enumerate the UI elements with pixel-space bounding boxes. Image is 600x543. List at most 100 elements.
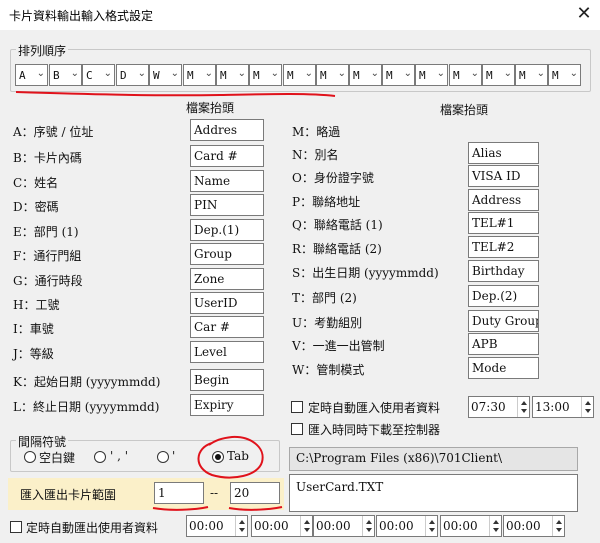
left-field-label: B：卡片內碼 — [13, 151, 82, 165]
order-combo[interactable]: M ⌄ — [216, 64, 249, 86]
separator-tab-label: Tab — [227, 449, 249, 463]
order-combo[interactable]: M ⌄ — [449, 64, 482, 86]
spin-icon[interactable] — [517, 397, 529, 417]
spin-icon[interactable] — [300, 516, 312, 536]
order-combo-value: M — [287, 69, 294, 82]
right-field-input[interactable]: TEL#2 — [468, 236, 539, 258]
separator-space-radio[interactable] — [24, 451, 36, 463]
spin-icon[interactable] — [235, 516, 247, 536]
left-field-input[interactable]: Name — [190, 170, 264, 192]
separator-comma-radio[interactable] — [94, 451, 106, 463]
left-field-input[interactable]: Begin — [190, 369, 264, 391]
chevron-down-icon: ⌄ — [70, 68, 79, 79]
left-field-input[interactable]: Zone — [190, 268, 264, 290]
spin-icon[interactable] — [581, 397, 593, 417]
right-field-input[interactable]: Address — [468, 189, 539, 211]
left-field-input[interactable]: Level — [190, 341, 264, 363]
auto-export-time[interactable]: 00:00 — [440, 515, 502, 537]
range-from-input[interactable]: 1 — [154, 482, 204, 504]
auto-import-time-to-value: 13:00 — [535, 400, 570, 414]
right-field-label: O：身份證字號 — [292, 171, 374, 185]
right-field-label: M：略過 — [292, 125, 341, 139]
right-field-label: Q：聯絡電話 (1) — [292, 218, 383, 232]
chevron-down-icon: ⌄ — [137, 68, 146, 79]
order-combo-value: M — [519, 69, 526, 82]
auto-import-checkbox[interactable] — [291, 401, 303, 413]
order-combo[interactable]: M ⌄ — [249, 64, 282, 86]
order-combo-value: M — [353, 69, 360, 82]
chevron-down-icon: ⌄ — [337, 68, 346, 79]
spin-icon[interactable] — [489, 516, 501, 536]
left-field-input[interactable]: UserID — [190, 292, 264, 314]
separator-tab-radio[interactable] — [212, 451, 224, 463]
auto-export-checkbox[interactable] — [10, 521, 22, 533]
auto-export-time[interactable]: 00:00 — [376, 515, 438, 537]
left-field-input[interactable]: PIN — [190, 194, 264, 216]
path-field[interactable]: C:\Program Files (x86)\701Client\ — [289, 447, 578, 471]
order-combo[interactable]: M ⌄ — [349, 64, 382, 86]
order-combo[interactable]: B ⌄ — [49, 64, 82, 86]
right-field-label: R：聯絡電話 (2) — [292, 242, 382, 256]
left-field-input[interactable]: Addres — [190, 119, 264, 141]
file-name-field[interactable]: UserCard.TXT — [289, 474, 578, 512]
right-field-input[interactable]: APB — [468, 333, 539, 355]
left-field-input[interactable]: Card # — [190, 145, 264, 167]
auto-import-label: 定時自動匯入使用者資料 — [308, 401, 441, 415]
right-field-label: W：管制模式 — [292, 363, 365, 377]
auto-import-time-from[interactable]: 07:30 — [468, 396, 530, 418]
auto-export-time[interactable]: 00:00 — [503, 515, 565, 537]
right-field-label: U：考勤組別 — [292, 316, 363, 330]
auto-export-time[interactable]: 00:00 — [313, 515, 375, 537]
right-field-input[interactable]: Mode — [468, 357, 539, 379]
close-icon[interactable]: ✕ — [574, 4, 594, 24]
order-combo[interactable]: D ⌄ — [116, 64, 149, 86]
order-combo[interactable]: M ⌄ — [415, 64, 448, 86]
auto-import-time-to[interactable]: 13:00 — [532, 396, 594, 418]
left-field-input[interactable]: Dep.(1) — [190, 219, 264, 241]
order-combo[interactable]: M ⌄ — [283, 64, 316, 86]
order-combo[interactable]: M ⌄ — [482, 64, 515, 86]
chevron-down-icon: ⌄ — [237, 68, 246, 79]
separator-quote-label: ' — [172, 449, 176, 463]
right-field-input[interactable]: Alias — [468, 142, 539, 164]
order-combo[interactable]: C ⌄ — [82, 64, 115, 86]
chevron-down-icon: ⌄ — [536, 68, 545, 79]
separator-quote-radio[interactable] — [157, 451, 169, 463]
right-field-input[interactable]: TEL#1 — [468, 212, 539, 234]
separator-space-label: 空白鍵 — [39, 451, 76, 465]
order-combo[interactable]: W ⌄ — [149, 64, 182, 86]
range-to-input[interactable]: 20 — [230, 482, 280, 504]
right-field-input[interactable]: VISA ID — [468, 165, 539, 187]
order-combo[interactable]: M ⌄ — [548, 64, 581, 86]
left-field-label: C：姓名 — [13, 176, 59, 190]
separator-group-legend: 間隔符號 — [16, 433, 69, 450]
order-combo-value: W — [153, 69, 160, 82]
chevron-down-icon: ⌄ — [436, 68, 445, 79]
order-combo-value: D — [120, 69, 127, 82]
right-field-input[interactable]: Duty Group — [468, 310, 539, 332]
order-combo[interactable]: A ⌄ — [15, 64, 48, 86]
order-combo-value: M — [386, 69, 393, 82]
chevron-down-icon: ⌄ — [569, 68, 578, 79]
chevron-down-icon: ⌄ — [304, 68, 313, 79]
spin-icon[interactable] — [552, 516, 564, 536]
order-combo[interactable]: M ⌄ — [382, 64, 415, 86]
left-field-input[interactable]: Car # — [190, 316, 264, 338]
order-combo[interactable]: M ⌄ — [316, 64, 349, 86]
chevron-down-icon: ⌄ — [204, 68, 213, 79]
left-field-label: F：通行門組 — [13, 249, 82, 263]
spin-icon[interactable] — [425, 516, 437, 536]
order-combo-value: M — [552, 69, 559, 82]
right-field-label: T：部門 (2) — [292, 291, 357, 305]
right-field-input[interactable]: Dep.(2) — [468, 285, 539, 307]
order-combo[interactable]: M ⌄ — [183, 64, 216, 86]
chevron-down-icon: ⌄ — [370, 68, 379, 79]
auto-export-time[interactable]: 00:00 — [186, 515, 248, 537]
download-on-import-checkbox[interactable] — [291, 423, 303, 435]
spin-icon[interactable] — [362, 516, 374, 536]
auto-export-time[interactable]: 00:00 — [251, 515, 313, 537]
order-combo[interactable]: M ⌄ — [515, 64, 548, 86]
left-field-input[interactable]: Group — [190, 243, 264, 265]
left-field-input[interactable]: Expiry — [190, 394, 264, 416]
right-field-input[interactable]: Birthday — [468, 260, 539, 282]
